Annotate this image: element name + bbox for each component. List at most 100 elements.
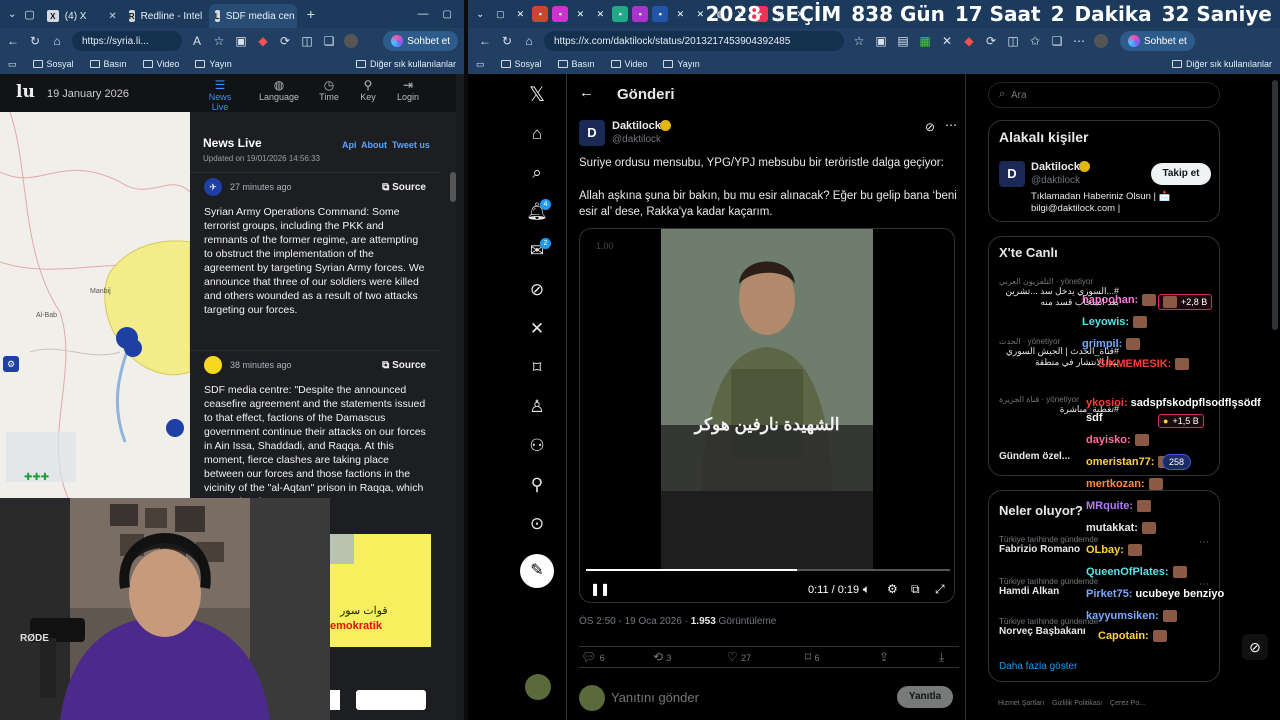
volume-icon[interactable]: 🔈︎: [863, 582, 870, 597]
account-avatar[interactable]: [525, 674, 551, 700]
tab-icon[interactable]: ✕: [572, 6, 588, 22]
left-window-scrollbar[interactable]: [456, 74, 464, 720]
tab-icon[interactable]: ▪: [632, 6, 649, 22]
read-aloud-icon[interactable]: A: [190, 34, 204, 48]
collections-icon[interactable]: ❏: [322, 34, 336, 48]
trend-item[interactable]: Türkiye tarihinde gündemde Fabrizio Roma…: [999, 535, 1098, 555]
profile-avatar[interactable]: [1094, 34, 1108, 48]
source-link[interactable]: ⧉ Source: [382, 360, 426, 371]
back-icon[interactable]: ←: [478, 34, 492, 48]
reply-icon[interactable]: 💬︎ 6: [581, 650, 605, 664]
profile-icon[interactable]: ⚲: [524, 472, 550, 498]
copilot-chat-button[interactable]: Sohbet et: [1120, 31, 1195, 51]
app-store-badge[interactable]: [356, 690, 426, 710]
new-tab-icon[interactable]: +: [307, 6, 315, 22]
bookmark-sosyal[interactable]: Sosyal: [32, 59, 74, 69]
fullscreen-icon[interactable]: ⤢: [935, 582, 945, 597]
related-handle[interactable]: @daktilock: [1031, 175, 1080, 186]
minimize-icon[interactable]: —: [418, 8, 429, 20]
retweet-icon[interactable]: ⟲ 3: [653, 650, 671, 664]
profile-avatar[interactable]: [344, 34, 358, 48]
tab-icon[interactable]: ✕: [592, 6, 608, 22]
gundem-link[interactable]: Gündem özel...: [999, 451, 1070, 462]
copilot-chat-button[interactable]: Sohbet et: [383, 31, 458, 51]
follow-button[interactable]: Takip et: [1151, 163, 1211, 185]
page-scrollbar[interactable]: [1272, 80, 1278, 330]
refresh-extension-icon[interactable]: ⟳: [278, 34, 292, 48]
split-screen-icon[interactable]: ◫: [1006, 34, 1020, 48]
tab-icon[interactable]: ▢: [492, 6, 508, 22]
reply-button[interactable]: Yanıtla: [897, 686, 953, 708]
trend-item[interactable]: Türkiye tarihinde gündemde Norveç Başbak…: [999, 617, 1098, 637]
about-link[interactable]: About: [361, 140, 387, 150]
more-icon[interactable]: ⊙: [524, 511, 550, 537]
tab-icon[interactable]: ▪: [552, 6, 569, 22]
show-more-link[interactable]: Daha fazla göster: [999, 661, 1077, 672]
x-premium-icon[interactable]: ✕: [524, 316, 550, 342]
menu-news-live[interactable]: ☰ News Live: [200, 78, 240, 112]
footer-link[interactable]: Hizmet Şartları: [998, 700, 1044, 707]
map-canvas[interactable]: [0, 112, 190, 502]
drone-marker-icon[interactable]: ⚙: [3, 356, 19, 372]
api-link[interactable]: Api: [342, 140, 357, 150]
related-name[interactable]: Daktilock: [1031, 161, 1080, 173]
feed-item[interactable]: ✈ 27 minutes ago ⧉ Source Syrian Army Op…: [190, 172, 440, 332]
extension-icon[interactable]: ▣: [234, 34, 248, 48]
home-icon[interactable]: ⌂: [524, 121, 550, 147]
extension-icon[interactable]: ▦: [918, 34, 932, 48]
url-field[interactable]: https://x.com/daktilock/status/201321745…: [544, 31, 844, 51]
tweet-us-link[interactable]: Tweet us: [392, 140, 430, 150]
tab-icon[interactable]: ✕: [512, 6, 528, 22]
back-arrow-icon[interactable]: ←: [579, 84, 594, 101]
video-player[interactable]: 1.00 الشهيدة نارفين هوكر ❚❚ 0:11 / 0:19: [579, 228, 955, 603]
bookmark-icon[interactable]: ⌑: [524, 355, 550, 381]
home-icon[interactable]: ⌂: [522, 34, 536, 48]
grok-explain-icon[interactable]: ⊘: [925, 120, 935, 134]
menu-login[interactable]: ⇥ Login: [394, 78, 422, 102]
pause-icon[interactable]: ❚❚: [590, 582, 610, 596]
conflict-map[interactable]: Manbij Al-Bab ⚙ ✚✚✚: [0, 112, 190, 502]
x-logo-icon[interactable]: 𝕏: [524, 82, 550, 108]
favorite-star-icon[interactable]: ☆: [212, 34, 226, 48]
bookmark-sosyal[interactable]: Sosyal: [500, 59, 542, 69]
split-screen-icon[interactable]: ◫: [300, 34, 314, 48]
feed-image-thumbnail[interactable]: قوات سور emokratik: [330, 534, 431, 647]
tab-icon[interactable]: ✕: [672, 6, 688, 22]
grok-floating-icon[interactable]: ⊘: [1242, 634, 1268, 660]
author-avatar[interactable]: D: [579, 120, 605, 146]
bookmark-icon[interactable]: ⌑ 6: [805, 650, 820, 664]
like-icon[interactable]: ♡ 27: [727, 650, 751, 664]
back-icon[interactable]: ←: [6, 34, 20, 48]
settings-gear-icon[interactable]: ⚙: [887, 582, 898, 596]
footer-link[interactable]: Çerez Po...: [1110, 700, 1145, 707]
author-handle[interactable]: @daktilock: [612, 134, 661, 145]
menu-language[interactable]: ◍ Language: [258, 78, 300, 102]
current-date[interactable]: 19 January 2026: [47, 88, 129, 100]
jobs-icon[interactable]: ♙: [524, 394, 550, 420]
extension-icon[interactable]: ▣: [874, 34, 888, 48]
extension-icon[interactable]: ✕: [940, 34, 954, 48]
source-link[interactable]: ⧉ Source: [382, 182, 426, 193]
bookmark-yayin[interactable]: Yayın: [195, 59, 232, 69]
favorites-icon[interactable]: ✩: [1028, 34, 1042, 48]
reload-icon[interactable]: ↻: [500, 34, 514, 48]
workspaces-icon[interactable]: ▢: [24, 8, 34, 21]
tab-icon[interactable]: ▪: [532, 6, 549, 22]
restore-icon[interactable]: ▢: [443, 9, 452, 20]
pdf-extension-icon[interactable]: ◆: [962, 34, 976, 48]
tab-icon[interactable]: ▪: [612, 6, 629, 22]
pdf-extension-icon[interactable]: ◆: [256, 34, 270, 48]
home-icon[interactable]: ⌂: [50, 34, 64, 48]
search-box[interactable]: ⌕: [988, 82, 1220, 108]
menu-time[interactable]: ◷ Time: [314, 78, 344, 102]
bookmark-video[interactable]: Video: [610, 59, 647, 69]
close-tab-icon[interactable]: ✕: [108, 11, 116, 22]
sidebar-toggle-icon[interactable]: ▭: [476, 59, 485, 70]
url-field[interactable]: https://syria.li...: [72, 31, 182, 51]
video-progress-track[interactable]: [586, 569, 950, 571]
download-icon[interactable]: ⤓: [939, 650, 944, 665]
tab-x[interactable]: X (4) X ✕: [41, 4, 123, 28]
related-avatar[interactable]: D: [999, 161, 1025, 187]
author-name[interactable]: Daktilock: [612, 120, 661, 132]
menu-key[interactable]: ⚲ Key: [354, 78, 382, 102]
